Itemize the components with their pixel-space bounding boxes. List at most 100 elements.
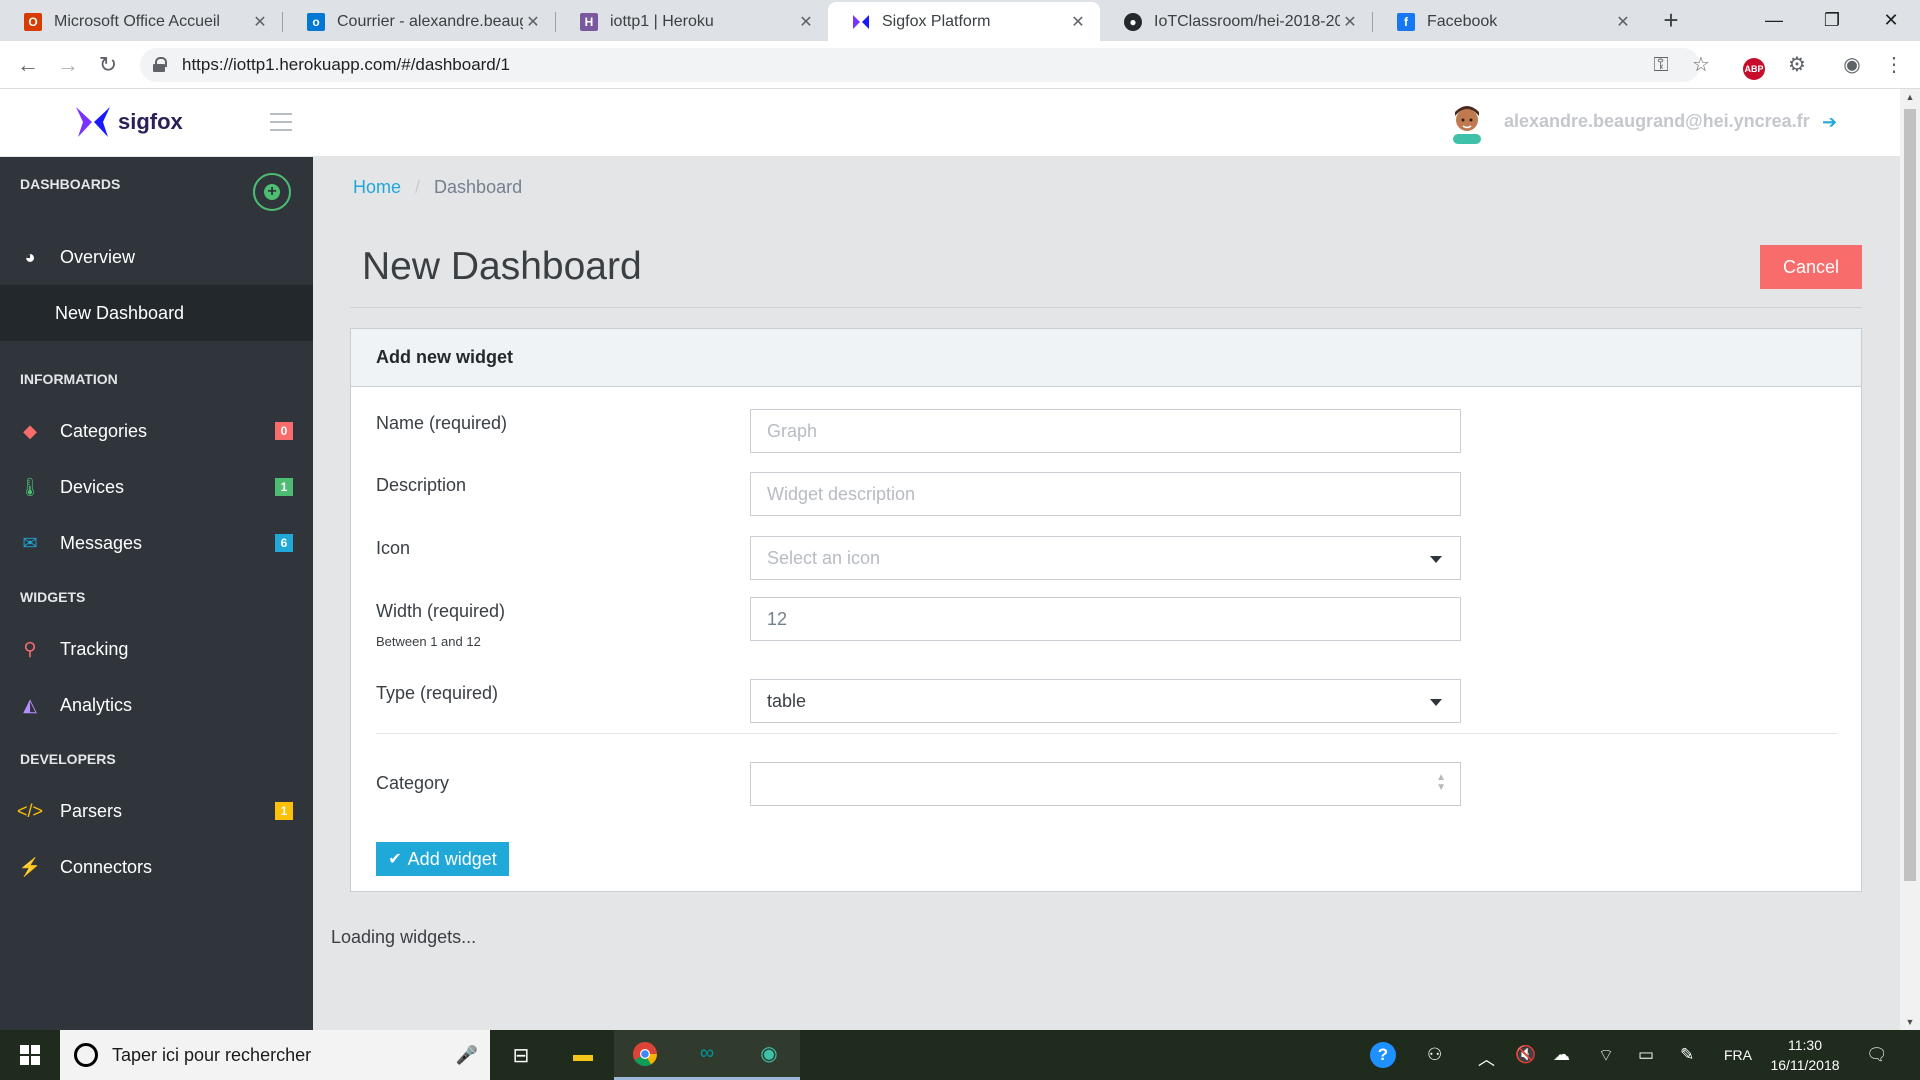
close-tab-icon[interactable]: ✕ (523, 12, 543, 32)
microphone-icon[interactable]: 🎤 (452, 1045, 482, 1066)
help-icon[interactable]: ? (1370, 1042, 1396, 1068)
battery-icon[interactable]: ▭ (1638, 1045, 1654, 1065)
messages-count-badge: 6 (275, 534, 293, 552)
sidebar-item-label: Parsers (60, 800, 123, 821)
loading-widgets-text: Loading widgets... (331, 927, 477, 947)
wifi-icon[interactable]: ⌔ (1598, 1045, 1614, 1066)
sidebar-item-overview[interactable]: ◕ Overview (0, 229, 313, 285)
extension-icon[interactable]: ⚙ (1781, 49, 1813, 81)
parsers-count-badge: 1 (275, 802, 293, 820)
user-email[interactable]: alexandre.beaugrand@hei.yncrea.fr (1504, 111, 1810, 132)
profile-icon[interactable]: ◉ (1836, 49, 1868, 81)
new-tab-button[interactable]: + (1656, 6, 1686, 36)
logout-icon[interactable]: ➔ (1822, 112, 1837, 133)
people-icon[interactable]: ⚇ (1427, 1045, 1442, 1065)
name-input[interactable]: Graph (750, 409, 1461, 453)
plus-circle-icon: + (264, 184, 280, 200)
card-header: Add new widget (351, 329, 1861, 387)
browser-tab[interactable]: o Courrier - alexandre.beaugrand ✕ (283, 2, 555, 41)
category-select[interactable]: ▲ ▼ (750, 762, 1461, 806)
form-divider (376, 733, 1837, 734)
map-marker-icon: ⚲ (23, 638, 37, 659)
page-scrollbar[interactable]: ▲ ▼ (1900, 89, 1920, 1030)
width-label: Width (required) (376, 601, 506, 621)
sidebar-item-label: Devices (60, 476, 125, 497)
breadcrumb-home-link[interactable]: Home (353, 177, 401, 197)
area-chart-icon: ◭ (23, 694, 37, 715)
scroll-up-icon[interactable]: ▲ (1900, 89, 1920, 105)
minimize-window-icon[interactable]: — (1745, 0, 1803, 41)
adblock-icon[interactable]: ABP (1743, 58, 1765, 80)
width-input[interactable]: 12 (750, 597, 1461, 641)
volume-muted-icon[interactable]: 🔇 (1515, 1045, 1536, 1065)
tab-title: Facebook (1427, 12, 1498, 30)
sidebar-item-categories[interactable]: ◆ Categories 0 (0, 403, 313, 459)
sidebar-item-messages[interactable]: ✉ Messages 6 (0, 515, 313, 571)
scroll-down-icon[interactable]: ▼ (1900, 1014, 1920, 1030)
restore-window-icon[interactable]: ❐ (1803, 0, 1861, 41)
browser-tab[interactable]: H iottp1 | Heroku ✕ (556, 2, 828, 41)
sidebar-toggle-icon[interactable] (270, 113, 292, 131)
browser-tab[interactable]: f Facebook ✕ (1373, 2, 1645, 41)
close-tab-icon[interactable]: ✕ (796, 12, 816, 32)
forward-arrow-icon[interactable]: → (52, 49, 84, 81)
close-window-icon[interactable]: ✕ (1862, 0, 1920, 41)
add-widget-button[interactable]: ✔ Add widget (376, 842, 509, 876)
tab-title: IoTClassroom/hei-2018-2019 (1154, 12, 1340, 30)
sidebar-item-analytics[interactable]: ◭ Analytics (0, 677, 313, 733)
page-title: New Dashboard (362, 245, 642, 288)
chevron-down-icon (1430, 699, 1442, 706)
address-bar[interactable]: https://iottp1.herokuapp.com/#/dashboard… (140, 48, 1700, 82)
thermometer-icon: 🌡 (18, 476, 42, 497)
close-tab-icon[interactable]: ✕ (1613, 12, 1633, 32)
sidebar-item-new-dashboard[interactable]: New Dashboard (0, 285, 313, 341)
clock-time: 11:30 (1788, 1037, 1822, 1053)
scroll-thumb[interactable] (1904, 109, 1916, 881)
add-widget-label: Add widget (407, 848, 497, 869)
onedrive-icon[interactable]: ☁ (1553, 1045, 1570, 1065)
bookmark-star-icon[interactable]: ☆ (1685, 49, 1717, 81)
menu-dots-icon[interactable]: ⋮ (1878, 49, 1910, 81)
name-placeholder: Graph (767, 420, 818, 441)
close-tab-icon[interactable]: ✕ (1068, 12, 1088, 32)
taskbar-search[interactable]: Taper ici pour rechercher 🎤 (60, 1030, 490, 1080)
key-icon[interactable]: ⚿ (1645, 49, 1677, 81)
sidebar-item-parsers[interactable]: </> Parsers 1 (0, 783, 313, 839)
user-avatar[interactable] (1447, 100, 1487, 144)
logo-text: sigfox (118, 109, 183, 134)
windows-start-button[interactable] (0, 1030, 60, 1080)
clock-date: 16/11/2018 (1770, 1057, 1840, 1073)
chevron-up-icon[interactable]: ︿ (1478, 1045, 1495, 1070)
back-arrow-icon[interactable]: ← (12, 49, 44, 81)
tab-title: Sigfox Platform (882, 12, 991, 30)
close-tab-icon[interactable]: ✕ (250, 12, 270, 32)
pen-icon[interactable]: ✎ (1680, 1045, 1694, 1065)
browser-tab-active[interactable]: Sigfox Platform ✕ (828, 2, 1100, 41)
categories-count-badge: 0 (275, 422, 293, 440)
description-input[interactable]: Widget description (750, 472, 1461, 516)
sidebar-item-devices[interactable]: 🌡 Devices 1 (0, 459, 313, 515)
notifications-icon[interactable]: 🗨 (1866, 1045, 1888, 1065)
sigfox-logo[interactable]: sigfox (74, 105, 183, 139)
reload-icon[interactable]: ↻ (92, 49, 124, 81)
icon-select[interactable]: Select an icon (750, 536, 1461, 580)
file-explorer-icon[interactable]: ▬ (552, 1030, 614, 1080)
task-view-icon[interactable]: ⊟ (490, 1030, 552, 1080)
close-tab-icon[interactable]: ✕ (1340, 12, 1360, 32)
browser-toolbar: ← → ↻ https://iottp1.herokuapp.com/#/das… (0, 41, 1920, 89)
cancel-button[interactable]: Cancel (1760, 245, 1862, 289)
sidebar-item-tracking[interactable]: ⚲ Tracking (0, 621, 313, 677)
browser-tab[interactable]: O Microsoft Office Accueil ✕ (0, 2, 282, 41)
sidebar-section-dashboards: DASHBOARDS (20, 176, 121, 192)
add-dashboard-button[interactable]: + (253, 173, 291, 211)
type-select[interactable]: table (750, 679, 1461, 723)
arduino-icon[interactable]: ∞ (676, 1030, 738, 1080)
taskbar-clock[interactable]: 11:30 16/11/2018 (1770, 1035, 1840, 1075)
plug-icon: ⚡ (18, 856, 42, 877)
devices-count-badge: 1 (275, 478, 293, 496)
sidebar-item-connectors[interactable]: ⚡ Connectors (0, 839, 313, 895)
app-icon[interactable]: ◉ (738, 1030, 800, 1080)
browser-tab[interactable]: ● IoTClassroom/hei-2018-2019 ✕ (1100, 2, 1372, 41)
language-indicator[interactable]: FRA (1724, 1047, 1752, 1063)
chrome-icon[interactable] (614, 1030, 676, 1080)
